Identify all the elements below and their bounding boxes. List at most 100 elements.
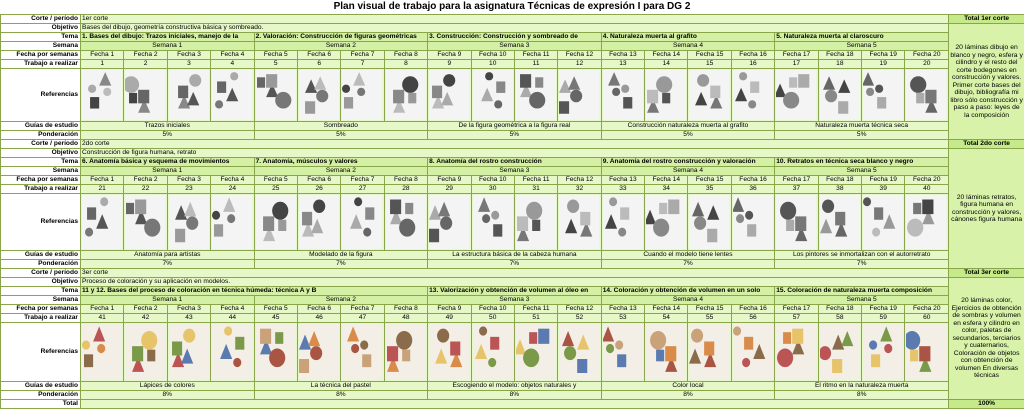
reference-cell[interactable]	[904, 322, 950, 382]
reference-cell[interactable]	[383, 193, 429, 251]
reference-cell[interactable]	[166, 68, 212, 122]
work-number-cell: 1	[79, 59, 125, 69]
reference-cell[interactable]	[210, 322, 255, 382]
reference-image	[819, 324, 861, 380]
reference-image	[82, 70, 123, 120]
reference-cell[interactable]	[513, 68, 559, 122]
reference-cell[interactable]	[513, 193, 559, 251]
reference-cell[interactable]	[557, 322, 602, 382]
reference-cell[interactable]	[210, 193, 255, 251]
reference-cell[interactable]	[861, 322, 906, 382]
reference-cell[interactable]	[79, 322, 125, 382]
reference-cell[interactable]	[470, 68, 515, 122]
work-number-cell: 45	[253, 313, 298, 323]
week-cell: Semana 3	[427, 295, 602, 305]
reference-cell[interactable]	[253, 68, 298, 122]
guias-label: Guías de estudio	[0, 381, 81, 391]
reference-cell[interactable]	[427, 193, 472, 251]
date-cell: Fecha 4	[210, 50, 255, 60]
tema-cell: 1. Bases del dibujo: Trazos iniciales, m…	[80, 32, 255, 42]
reference-cell[interactable]	[644, 68, 689, 122]
corte-value: 2do corte	[79, 139, 950, 149]
reference-cell[interactable]	[644, 193, 689, 251]
tema-cell: 7. Anatomía, músculos y valores	[253, 157, 429, 167]
reference-cell[interactable]	[600, 322, 646, 382]
reference-cell[interactable]	[340, 193, 385, 251]
work-number-cell: 14	[644, 59, 689, 69]
reference-cell[interactable]	[904, 68, 950, 122]
reference-cell[interactable]	[513, 322, 559, 382]
reference-cell[interactable]	[79, 193, 125, 251]
date-cell: Fecha 6	[296, 175, 342, 185]
reference-cell[interactable]	[383, 68, 429, 122]
reference-cell[interactable]	[166, 322, 212, 382]
reference-cell[interactable]	[123, 322, 168, 382]
reference-cell[interactable]	[210, 68, 255, 122]
reference-cell[interactable]	[600, 193, 646, 251]
reference-image	[212, 195, 253, 249]
reference-cell[interactable]	[427, 68, 472, 122]
corte-value: 1er corte	[79, 14, 950, 24]
reference-image	[298, 195, 340, 249]
reference-cell[interactable]	[861, 68, 906, 122]
date-cell: Fecha 7	[340, 50, 385, 60]
reference-cell[interactable]	[817, 68, 863, 122]
reference-cell[interactable]	[253, 193, 298, 251]
reference-image	[863, 195, 904, 249]
work-number-cell: 42	[123, 313, 168, 323]
reference-cell[interactable]	[296, 68, 342, 122]
date-cell: Fecha 15	[687, 50, 732, 60]
reference-cell[interactable]	[557, 68, 602, 122]
reference-cell[interactable]	[340, 322, 385, 382]
work-number-cell: 60	[904, 313, 950, 323]
reference-image	[906, 195, 948, 249]
reference-cell[interactable]	[644, 322, 689, 382]
reference-cell[interactable]	[861, 193, 906, 251]
reference-cell[interactable]	[166, 193, 212, 251]
reference-cell[interactable]	[557, 193, 602, 251]
reference-cell[interactable]	[687, 68, 732, 122]
tema-cell: 5. Naturaleza muerta al claroscuro	[774, 32, 950, 42]
date-cell: Fecha 8	[383, 304, 429, 314]
reference-image	[342, 195, 383, 249]
date-cell: Fecha 18	[817, 175, 863, 185]
trabajo-label: Trabajo a realizar	[0, 59, 81, 69]
reference-image	[168, 70, 210, 120]
date-cell: Fecha 6	[296, 50, 342, 60]
reference-cell[interactable]	[687, 193, 732, 251]
corte-summary: 20 láminas dibujo en blanco y negro, esf…	[948, 23, 1024, 140]
reference-cell[interactable]	[470, 322, 515, 382]
reference-cell[interactable]	[600, 68, 646, 122]
work-number-cell: 26	[296, 184, 342, 194]
reference-cell[interactable]	[774, 322, 819, 382]
work-number-cell: 34	[644, 184, 689, 194]
reference-cell[interactable]	[427, 322, 472, 382]
reference-cell[interactable]	[296, 322, 342, 382]
reference-cell[interactable]	[79, 68, 125, 122]
reference-cell[interactable]	[774, 193, 819, 251]
reference-cell[interactable]	[123, 193, 168, 251]
reference-image	[776, 195, 817, 249]
date-cell: Fecha 7	[340, 175, 385, 185]
work-number-cell: 7	[340, 59, 385, 69]
reference-cell[interactable]	[383, 322, 429, 382]
work-number-cell: 16	[730, 59, 776, 69]
reference-cell[interactable]	[123, 68, 168, 122]
reference-cell[interactable]	[470, 193, 515, 251]
tema-cell: 2. Valoración: Construcción de figuras g…	[253, 32, 429, 42]
reference-cell[interactable]	[817, 193, 863, 251]
reference-cell[interactable]	[774, 68, 819, 122]
date-cell: Fecha 14	[644, 304, 689, 314]
reference-cell[interactable]	[687, 322, 732, 382]
reference-cell[interactable]	[730, 322, 776, 382]
reference-cell[interactable]	[904, 193, 950, 251]
date-cell: Fecha 20	[904, 175, 950, 185]
reference-cell[interactable]	[730, 68, 776, 122]
reference-cell[interactable]	[253, 322, 298, 382]
reference-cell[interactable]	[730, 193, 776, 251]
reference-cell[interactable]	[817, 322, 863, 382]
guide-cell: La estructura básica de la cabeza humana	[427, 250, 602, 260]
reference-cell[interactable]	[340, 68, 385, 122]
reference-cell[interactable]	[296, 193, 342, 251]
weight-cell: 8%	[774, 390, 950, 400]
